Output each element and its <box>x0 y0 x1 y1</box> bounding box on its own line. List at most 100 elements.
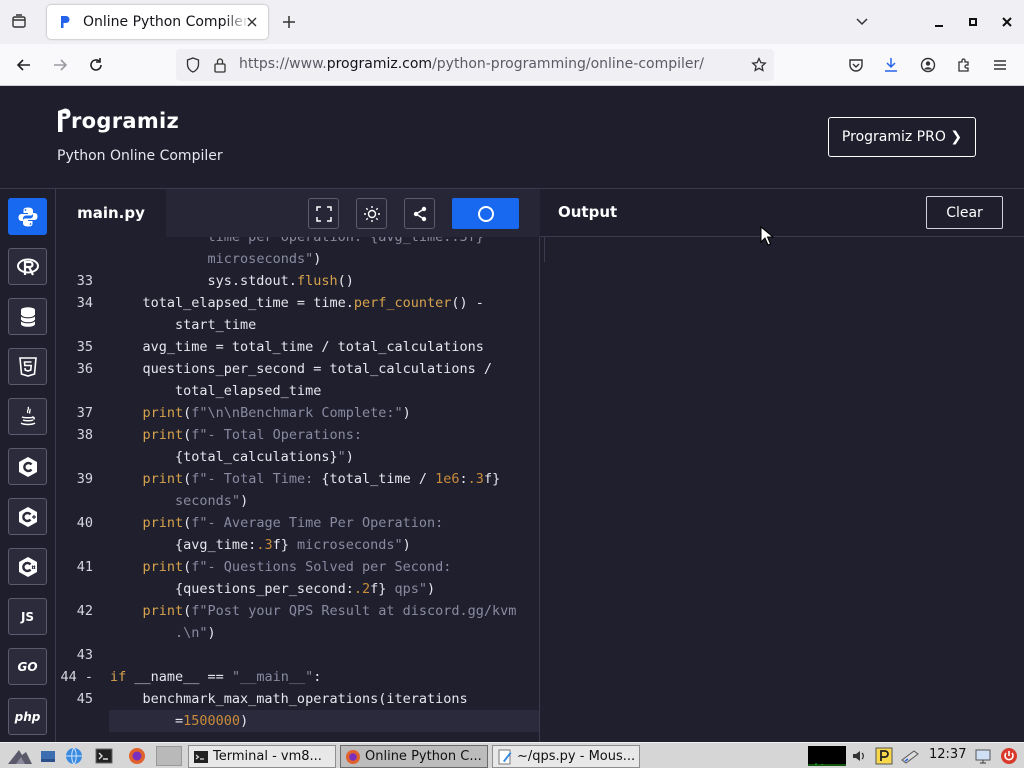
programiz-pro-button[interactable]: Programiz PRO ❯ <box>828 117 976 157</box>
code-line: microseconds") <box>56 248 539 270</box>
loading-spinner-icon <box>477 205 494 222</box>
show-desktop-icon[interactable] <box>38 746 58 766</box>
pocket-icon[interactable] <box>844 53 868 77</box>
lang-php-button[interactable]: php <box>8 698 47 735</box>
taskbar-task-mousepad[interactable]: ~/qps.py - Mous... <box>492 745 640 768</box>
code-text: seconds") <box>175 493 249 509</box>
lang-c-button[interactable] <box>8 448 47 485</box>
code-line: time per operation: {avg_time:.3f} <box>56 237 539 248</box>
line-number: 38 <box>76 427 93 443</box>
bookmark-star-icon[interactable] <box>751 57 767 73</box>
minimize-icon[interactable] <box>929 12 949 32</box>
web-browser-launcher-icon[interactable] <box>64 746 84 766</box>
lang-r-button[interactable] <box>8 248 47 285</box>
tab-overflow-chevron-icon[interactable] <box>852 12 872 32</box>
reload-icon[interactable] <box>84 53 108 77</box>
forward-arrow-icon[interactable] <box>48 53 72 77</box>
line-number: 35 <box>76 339 93 355</box>
line-number: 34 <box>76 295 93 311</box>
run-button[interactable] <box>452 198 519 229</box>
window-close-icon[interactable] <box>997 12 1017 32</box>
mouse-pointer-icon <box>760 226 774 246</box>
code-editor[interactable]: time per operation: {avg_time:.3f} micro… <box>56 237 540 742</box>
line-number: 37 <box>76 405 93 421</box>
cpu-graph-icon <box>808 746 846 766</box>
workspace-switcher[interactable] <box>156 746 182 766</box>
output-title: Output <box>558 203 618 221</box>
file-tab-main-py[interactable]: main.py <box>56 189 166 237</box>
url-text: https://www.programiz.com/python-program… <box>239 56 704 72</box>
browser-tab[interactable]: Online Python Compiler (Interpreter) <box>47 5 268 39</box>
javascript-label: JS <box>20 609 35 624</box>
tracking-shield-icon[interactable] <box>185 57 201 73</box>
code-line: seconds") <box>56 490 539 512</box>
code-line: 45 benchmark_max_math_operations(iterati… <box>56 688 539 710</box>
line-number: 44 - <box>60 669 93 685</box>
lang-python-button[interactable] <box>8 198 47 235</box>
code-text: print(f"- Total Time: {total_time / 1e6:… <box>142 471 501 487</box>
maximize-icon[interactable] <box>963 12 983 32</box>
programiz-tray-icon[interactable] <box>874 746 894 766</box>
programiz-logo[interactable]: rogramiz <box>57 108 179 134</box>
code-text: sys.stdout.flush() <box>110 273 354 289</box>
fullscreen-button[interactable] <box>308 198 339 229</box>
output-console[interactable] <box>540 237 1024 742</box>
programiz-favicon-icon <box>57 14 73 30</box>
taskbar: Terminal - vm8... Online Python C... ~/q… <box>0 742 1024 768</box>
code-line: 44 - if __name__ == "__main__": <box>56 666 539 688</box>
start-menu-icon[interactable] <box>6 746 34 766</box>
url-bar[interactable]: https://www.programiz.com/python-program… <box>176 49 774 81</box>
line-number: 41 <box>76 559 93 575</box>
terminal-launcher-icon[interactable] <box>94 746 114 766</box>
display-settings-icon[interactable] <box>973 746 993 766</box>
lang-cpp-button[interactable] <box>8 498 47 535</box>
back-arrow-icon[interactable] <box>12 53 36 77</box>
code-text: {avg_time:.3f} microseconds") <box>110 537 411 553</box>
lang-html-button[interactable] <box>8 348 47 385</box>
new-tab-icon[interactable] <box>278 11 300 33</box>
firefox-launcher-icon[interactable] <box>127 746 147 766</box>
programiz-logo-mark-icon <box>58 108 71 132</box>
extensions-icon[interactable] <box>952 53 976 77</box>
task-label: Online Python C... <box>365 749 482 764</box>
code-text: start_time <box>110 317 257 333</box>
code-line: {avg_time:.3f} microseconds") <box>56 534 539 556</box>
network-icon[interactable] <box>900 746 920 766</box>
theme-toggle-button[interactable] <box>356 198 387 229</box>
code-text: .\n") <box>175 625 216 641</box>
lang-csharp-button[interactable] <box>8 548 47 585</box>
lang-javascript-button[interactable]: JS <box>8 598 47 635</box>
tab-list-icon[interactable] <box>8 10 30 32</box>
lang-sql-button[interactable] <box>8 298 47 335</box>
html5-icon <box>18 356 37 377</box>
code-line: 42 print(f"Post your QPS Result at disco… <box>56 600 539 622</box>
clear-button[interactable]: Clear <box>926 196 1003 229</box>
share-button[interactable] <box>404 198 435 229</box>
downloads-icon[interactable] <box>879 53 903 77</box>
tab-close-icon[interactable] <box>244 14 260 30</box>
volume-icon[interactable] <box>850 746 870 766</box>
text-editor-icon <box>498 749 512 764</box>
account-icon[interactable] <box>916 53 940 77</box>
code-line: {questions_per_second:.2f} qps") <box>56 578 539 600</box>
lock-icon[interactable] <box>212 57 228 73</box>
code-line: =1500000) <box>56 710 539 732</box>
line-number: 45 <box>76 691 93 707</box>
terminal-icon <box>194 750 208 763</box>
page-subtitle: Python Online Compiler <box>57 148 223 164</box>
programiz-page: rogramiz Python Online Compiler Programi… <box>0 86 1024 742</box>
taskbar-task-firefox[interactable]: Online Python C... <box>340 745 488 768</box>
line-number: 42 <box>76 603 93 619</box>
csharp-icon <box>18 556 37 577</box>
code-line: total_elapsed_time <box>56 380 539 402</box>
lang-go-button[interactable]: GO <box>8 648 47 685</box>
php-label: php <box>14 709 41 724</box>
lang-java-button[interactable] <box>8 398 47 435</box>
cpp-icon <box>18 506 37 527</box>
code-line: 35 avg_time = total_time / total_calcula… <box>56 336 539 358</box>
code-line: 37 print(f"\n\nBenchmark Complete:") <box>56 402 539 424</box>
taskbar-task-terminal[interactable]: Terminal - vm8... <box>188 745 336 768</box>
menu-hamburger-icon[interactable] <box>988 53 1012 77</box>
code-text: total_elapsed_time = time.perf_counter()… <box>110 295 484 311</box>
power-icon[interactable] <box>999 746 1019 766</box>
